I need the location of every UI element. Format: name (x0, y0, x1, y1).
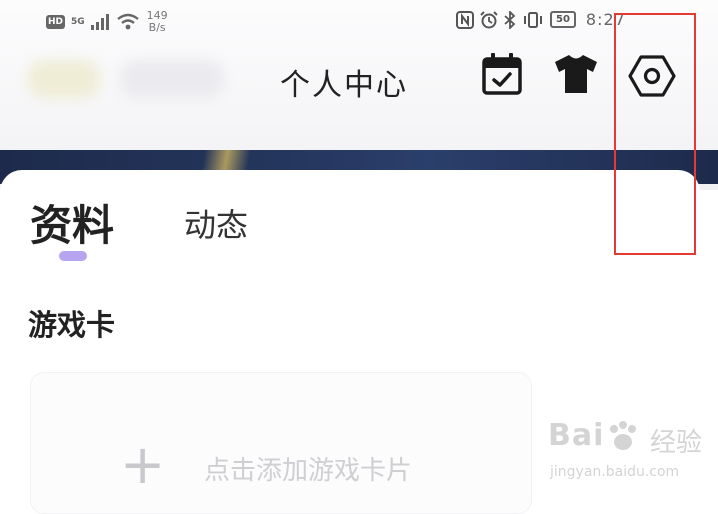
game-card-section-title: 游戏卡 (28, 308, 116, 342)
baidu-jingyan-watermark: Bai 经验 jingyan.baidu.com (548, 418, 716, 490)
highlight-annotation-box (614, 13, 696, 255)
network-speed: 149 B/s (147, 10, 168, 34)
tab-activity[interactable]: 动态 (184, 200, 248, 246)
watermark-text: Bai (548, 418, 605, 453)
page-title: 个人中心 (280, 68, 408, 103)
signal-icon (90, 14, 109, 30)
active-tab-indicator (59, 251, 87, 261)
add-game-card-label[interactable]: 点击添加游戏卡片 (204, 450, 412, 487)
add-game-card-panel[interactable] (30, 372, 532, 514)
vibrate-icon (524, 11, 542, 28)
network-type: 5G (71, 17, 85, 27)
check-in-button[interactable] (478, 50, 530, 102)
battery-indicator: 50 (550, 11, 576, 28)
hd-badge: HD (46, 15, 66, 29)
tshirt-icon (555, 55, 597, 93)
blurred-username (120, 60, 224, 98)
alarm-icon (480, 10, 498, 28)
bluetooth-icon (504, 10, 516, 29)
calendar-check-icon (482, 53, 522, 95)
tab-profile[interactable]: 资料 (30, 192, 114, 253)
blurred-avatar (28, 60, 100, 98)
status-bar: HD 5G 149 B/s 50 8:27 (0, 0, 718, 46)
plus-icon[interactable]: + (120, 436, 165, 494)
nfc-icon (456, 10, 474, 29)
speed-unit: B/s (148, 21, 166, 34)
status-bar-right: 50 8:27 (456, 10, 626, 29)
wifi-icon (116, 13, 139, 30)
watermark-chinese: 经验 (650, 428, 703, 458)
paw-icon (610, 421, 636, 450)
status-bar-left: HD 5G 149 B/s (46, 10, 168, 34)
watermark-url: jingyan.baidu.com (550, 464, 680, 480)
outfit-button[interactable] (552, 50, 604, 102)
